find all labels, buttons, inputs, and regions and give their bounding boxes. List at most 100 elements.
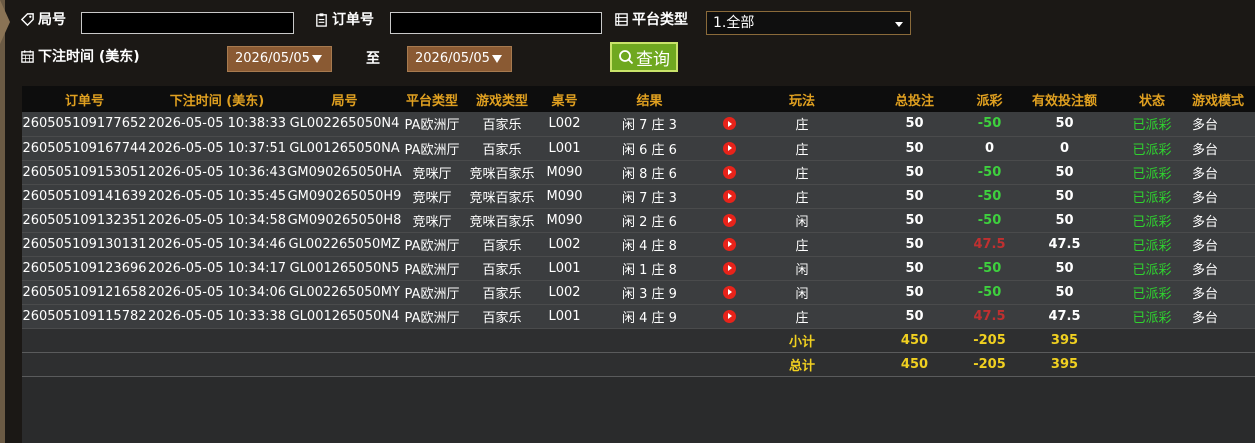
- game-mode-cell: 多台: [1182, 232, 1255, 257]
- table-row: 260505109115782 2026-05-05 10:33:38 GL0012…: [22, 304, 1255, 329]
- play-cell: 庄: [747, 184, 857, 209]
- status-cell: 已派彩: [1122, 112, 1182, 137]
- order-cell: 260505109141639: [22, 184, 147, 209]
- filter-bar: 局号 订单号 平台类型 1.全部 下注时间 (美东) 2026/05/05 至 …: [0, 0, 1255, 86]
- header-game-mode: 游戏模式: [1182, 86, 1255, 112]
- status-cell: 已派彩: [1122, 184, 1182, 209]
- play-cell: 庄: [747, 136, 857, 161]
- bet-records-table-wrapper: 订单号 下注时间 (美东) 局号 平台类型 游戏类型 桌号 结果 玩法 总投注 …: [22, 86, 1255, 443]
- bet-records-table: 订单号 下注时间 (美东) 局号 平台类型 游戏类型 桌号 结果 玩法 总投注 …: [22, 86, 1255, 377]
- subtotal-payout: -205: [972, 328, 1007, 353]
- header-table-no: 桌号: [542, 86, 587, 112]
- video-cell[interactable]: [712, 256, 747, 281]
- table-row: 260505109177652 2026-05-05 10:38:33 GL0022…: [22, 112, 1255, 137]
- platform-filter-label: 平台类型: [614, 9, 688, 29]
- bet-time-cell: 2026-05-05 10:34:06: [147, 280, 287, 305]
- game-type-cell: 百家乐: [462, 232, 542, 257]
- video-cell[interactable]: [712, 304, 747, 329]
- header-payout: 派彩: [972, 86, 1007, 112]
- bet-time-cell: 2026-05-05 10:35:45: [147, 184, 287, 209]
- query-button-label: 查询: [636, 49, 670, 70]
- header-round: 局号: [287, 86, 402, 112]
- round-cell: GL002265050N4: [287, 112, 402, 137]
- platform-filter-text: 平台类型: [632, 12, 688, 28]
- order-cell: 260505109123696: [22, 256, 147, 281]
- result-cell: 闲 7 庄 3: [587, 184, 712, 209]
- play-video-icon[interactable]: [723, 237, 736, 251]
- date-to-picker[interactable]: 2026/05/05: [407, 46, 512, 72]
- result-cell: 闲 7 庄 3: [587, 112, 712, 137]
- play-cell: 闲: [747, 280, 857, 305]
- game-mode-cell: 多台: [1182, 256, 1255, 281]
- game-mode-cell: 多台: [1182, 136, 1255, 161]
- status-cell: 已派彩: [1122, 136, 1182, 161]
- order-input[interactable]: [390, 12, 602, 34]
- query-button[interactable]: 查询: [610, 42, 678, 72]
- bet-time-cell: 2026-05-05 10:34:17: [147, 256, 287, 281]
- header-result: 结果: [587, 86, 712, 112]
- valid-bet-cell: 50: [1007, 208, 1122, 233]
- platform-select[interactable]: 1.全部: [706, 11, 911, 35]
- header-bet-time: 下注时间 (美东): [147, 86, 287, 112]
- game-mode-cell: 多台: [1182, 112, 1255, 137]
- table-row: 260505109167744 2026-05-05 10:37:51 GL0012…: [22, 136, 1255, 161]
- play-cell: 闲: [747, 256, 857, 281]
- table-row: 260505109130131 2026-05-05 10:34:46 GL0022…: [22, 232, 1255, 257]
- video-cell[interactable]: [712, 232, 747, 257]
- game-type-cell: 竞咪百家乐: [462, 208, 542, 233]
- play-video-icon[interactable]: [723, 117, 736, 131]
- table-row: 260505109132351 2026-05-05 10:34:58 GM0902…: [22, 208, 1255, 233]
- order-cell: 260505109130131: [22, 232, 147, 257]
- total-payout: -205: [972, 352, 1007, 377]
- order-cell: 260505109177652: [22, 112, 147, 137]
- calendar-icon: [21, 49, 34, 63]
- date-from-picker[interactable]: 2026/05/05: [227, 46, 332, 72]
- play-video-icon[interactable]: [723, 309, 736, 323]
- valid-bet-cell: 0: [1007, 136, 1122, 161]
- order-cell: 260505109132351: [22, 208, 147, 233]
- total-filler-end: [1122, 352, 1255, 377]
- bet-time-cell: 2026-05-05 10:36:43: [147, 160, 287, 185]
- round-cell: GL001265050N5: [287, 256, 402, 281]
- order-cell: 260505109167744: [22, 136, 147, 161]
- video-cell[interactable]: [712, 208, 747, 233]
- game-type-cell: 竞咪百家乐: [462, 160, 542, 185]
- bet-time-filter-label: 下注时间 (美东): [20, 46, 140, 66]
- chevron-down-icon: [895, 22, 903, 27]
- order-cell: 260505109121658: [22, 280, 147, 305]
- header-game-type: 游戏类型: [462, 86, 542, 112]
- video-cell[interactable]: [712, 160, 747, 185]
- status-cell: 已派彩: [1122, 160, 1182, 185]
- play-video-icon[interactable]: [723, 189, 736, 203]
- play-video-icon[interactable]: [723, 261, 736, 275]
- result-cell: 闲 4 庄 8: [587, 232, 712, 257]
- game-type-cell: 百家乐: [462, 136, 542, 161]
- header-status: 状态: [1122, 86, 1182, 112]
- total-bet-cell: 50: [857, 280, 972, 305]
- result-cell: 闲 4 庄 9: [587, 304, 712, 329]
- tag-icon: [20, 12, 34, 26]
- play-video-icon[interactable]: [723, 285, 736, 299]
- bet-time-cell: 2026-05-05 10:34:58: [147, 208, 287, 233]
- bet-time-cell: 2026-05-05 10:33:38: [147, 304, 287, 329]
- game-mode-cell: 多台: [1182, 184, 1255, 209]
- round-input[interactable]: [81, 12, 294, 34]
- payout-cell: 0: [972, 136, 1007, 161]
- table-no-cell: L002: [542, 112, 587, 137]
- play-video-icon[interactable]: [723, 141, 736, 155]
- video-cell[interactable]: [712, 184, 747, 209]
- header-video: [712, 86, 747, 112]
- table-no-cell: M090: [542, 208, 587, 233]
- header-platform: 平台类型: [402, 86, 462, 112]
- video-cell[interactable]: [712, 280, 747, 305]
- valid-bet-cell: 50: [1007, 112, 1122, 137]
- video-cell[interactable]: [712, 136, 747, 161]
- video-cell[interactable]: [712, 112, 747, 137]
- table-no-cell: L002: [542, 232, 587, 257]
- valid-bet-cell: 50: [1007, 256, 1122, 281]
- play-video-icon[interactable]: [723, 165, 736, 179]
- play-video-icon[interactable]: [723, 213, 736, 227]
- status-cell: 已派彩: [1122, 280, 1182, 305]
- table-no-cell: L001: [542, 136, 587, 161]
- valid-bet-cell: 47.5: [1007, 304, 1122, 329]
